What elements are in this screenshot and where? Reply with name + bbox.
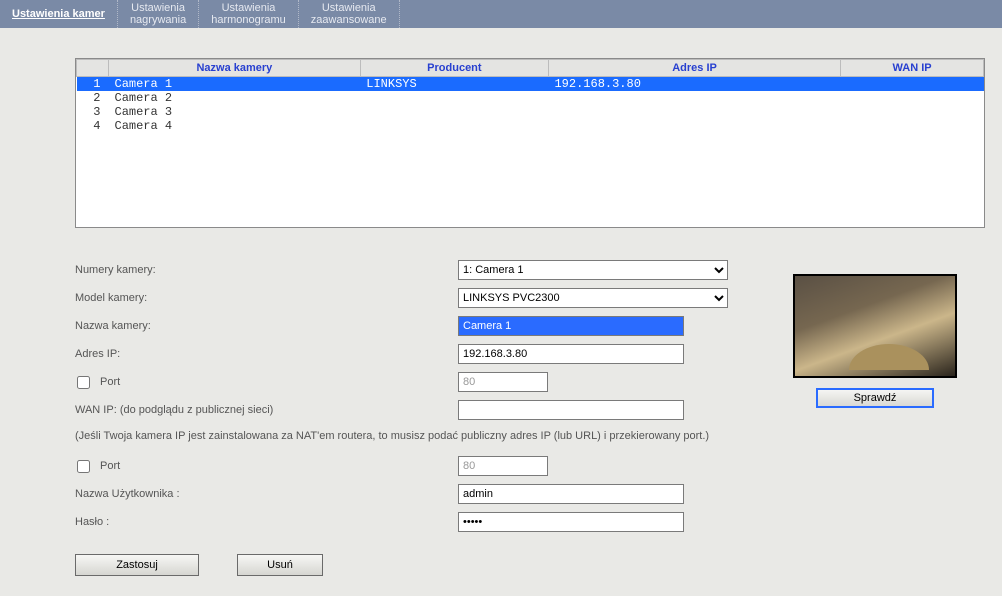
tab-label: Ustawienia kamer: [12, 8, 105, 20]
camera-number-select[interactable]: 1: Camera 1: [458, 260, 728, 280]
port1-input[interactable]: [458, 372, 548, 392]
table-cell: [841, 119, 984, 133]
table-cell: Camera 4: [109, 119, 361, 133]
tab-cameras[interactable]: Ustawienia kamer: [0, 0, 118, 28]
table-cell: LINKSYS: [360, 77, 548, 92]
table-cell: Camera 2: [109, 91, 361, 105]
wan-ip-input[interactable]: [458, 400, 684, 420]
table-cell: 2: [77, 91, 109, 105]
tab-label: Ustawienia: [130, 2, 186, 14]
camera-table: Nazwa kamery Producent Adres IP WAN IP 1…: [75, 58, 985, 228]
tab-recording[interactable]: Ustawienia nagrywania: [118, 0, 199, 28]
tab-label: Ustawienia: [211, 2, 286, 14]
label-password: Hasło :: [75, 516, 109, 528]
tab-label: Ustawienia: [311, 2, 387, 14]
label-camera-name: Nazwa kamery:: [75, 320, 151, 332]
table-cell: Camera 3: [109, 105, 361, 119]
password-input[interactable]: [458, 512, 684, 532]
tab-advanced[interactable]: Ustawienia zaawansowane: [299, 0, 400, 28]
preview-panel: Sprawdź: [793, 274, 957, 408]
table-cell: [841, 91, 984, 105]
check-button[interactable]: Sprawdź: [816, 388, 934, 408]
tab-label: nagrywania: [130, 14, 186, 26]
label-camera-model: Model kamery:: [75, 292, 147, 304]
label-ip-address: Adres IP:: [75, 348, 120, 360]
table-cell: [548, 119, 840, 133]
label-camera-number: Numery kamery:: [75, 264, 156, 276]
port1-checkbox[interactable]: [77, 376, 90, 389]
table-header-row: Nazwa kamery Producent Adres IP WAN IP: [77, 60, 984, 77]
col-number[interactable]: [77, 60, 109, 77]
table-row[interactable]: 4Camera 4: [77, 119, 984, 133]
tab-label: zaawansowane: [311, 14, 387, 26]
preview-image: [793, 274, 957, 378]
table-cell: [548, 91, 840, 105]
port2-checkbox[interactable]: [77, 460, 90, 473]
table-cell: [548, 105, 840, 119]
label-port2: Port: [100, 460, 120, 472]
table-cell: [841, 105, 984, 119]
label-wan-ip: WAN IP: (do podglądu z publicznej sieci): [75, 404, 273, 416]
table-cell: [360, 91, 548, 105]
camera-form: Sprawdź Numery kamery: 1: Camera 1 Model…: [75, 256, 962, 576]
table-cell: 1: [77, 77, 109, 92]
table-cell: [841, 77, 984, 92]
table-row[interactable]: 2Camera 2: [77, 91, 984, 105]
camera-model-select[interactable]: LINKSYS PVC2300: [458, 288, 728, 308]
table-cell: 3: [77, 105, 109, 119]
table-cell: 4: [77, 119, 109, 133]
table-cell: [360, 119, 548, 133]
label-username: Nazwa Użytkownika :: [75, 488, 180, 500]
table-cell: 192.168.3.80: [548, 77, 840, 92]
table-cell: [360, 105, 548, 119]
username-input[interactable]: [458, 484, 684, 504]
col-ip[interactable]: Adres IP: [548, 60, 840, 77]
col-vendor[interactable]: Producent: [360, 60, 548, 77]
table-row[interactable]: 3Camera 3: [77, 105, 984, 119]
label-port1: Port: [100, 376, 120, 388]
tab-strip: Ustawienia kamer Ustawienia nagrywania U…: [0, 0, 1002, 28]
tab-schedule[interactable]: Ustawienia harmonogramu: [199, 0, 299, 28]
col-wan[interactable]: WAN IP: [841, 60, 984, 77]
col-name[interactable]: Nazwa kamery: [109, 60, 361, 77]
nat-hint: (Jeśli Twoja kamera IP jest zainstalowan…: [75, 430, 962, 442]
ip-address-input[interactable]: [458, 344, 684, 364]
table-row[interactable]: 1Camera 1LINKSYS192.168.3.80: [77, 77, 984, 92]
port2-input[interactable]: [458, 456, 548, 476]
camera-name-input[interactable]: [458, 316, 684, 336]
tab-label: harmonogramu: [211, 14, 286, 26]
table-cell: Camera 1: [109, 77, 361, 92]
